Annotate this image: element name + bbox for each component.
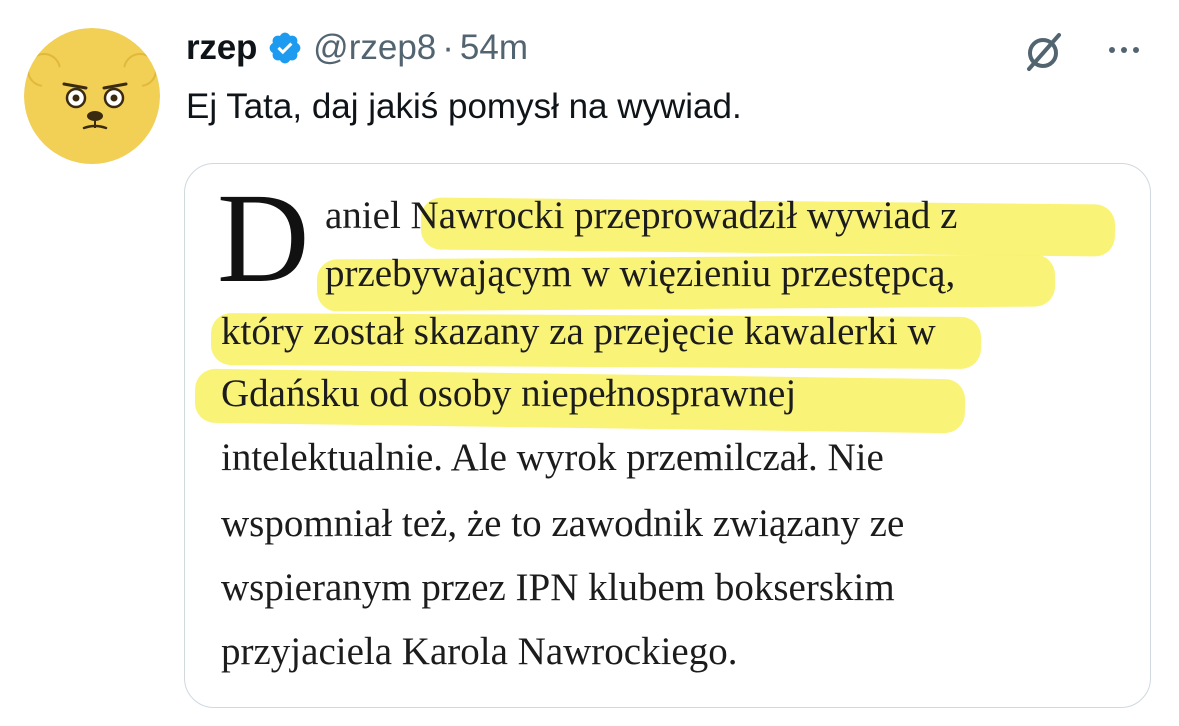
tweet-text: Ej Tata, daj jakiś pomysł na wywiad. — [186, 87, 742, 126]
timestamp[interactable]: 54m — [460, 28, 528, 68]
drop-cap: D — [217, 167, 310, 309]
article-line: intelektualnie. Ale wyrok przemilczał. N… — [221, 436, 884, 479]
verified-badge-icon[interactable] — [267, 30, 303, 66]
more-icon[interactable] — [1098, 30, 1150, 70]
separator: · — [442, 28, 454, 67]
article-line: wspieranym przez IPN klubem bokserskim — [221, 566, 895, 609]
tweet-media-image[interactable]: D aniel Nawrocki przeprowadził wywiad z … — [184, 163, 1151, 708]
newspaper-clipping: D aniel Nawrocki przeprowadził wywiad z … — [185, 164, 1150, 707]
article-line: który został skazany za przejęcie kawale… — [221, 310, 936, 353]
article-line: Gdańsku od osoby niepełnosprawnej — [221, 372, 797, 415]
article-line: wspomniał też, że to zawodnik związany z… — [221, 502, 905, 545]
yellow-bear-avatar-icon — [24, 28, 160, 164]
tweet-header: rzep @rzep8 · 54m — [186, 22, 528, 74]
article-line: przebywającym w więzieniu przestępcą, — [325, 252, 956, 295]
display-name[interactable]: rzep — [186, 28, 257, 68]
avatar[interactable] — [24, 28, 160, 164]
handle[interactable]: @rzep8 — [313, 28, 436, 68]
grok-icon[interactable] — [1018, 26, 1070, 78]
article-line: aniel Nawrocki przeprowadził wywiad z — [325, 194, 958, 237]
article-line: przyjaciela Karola Nawrockiego. — [221, 630, 738, 673]
